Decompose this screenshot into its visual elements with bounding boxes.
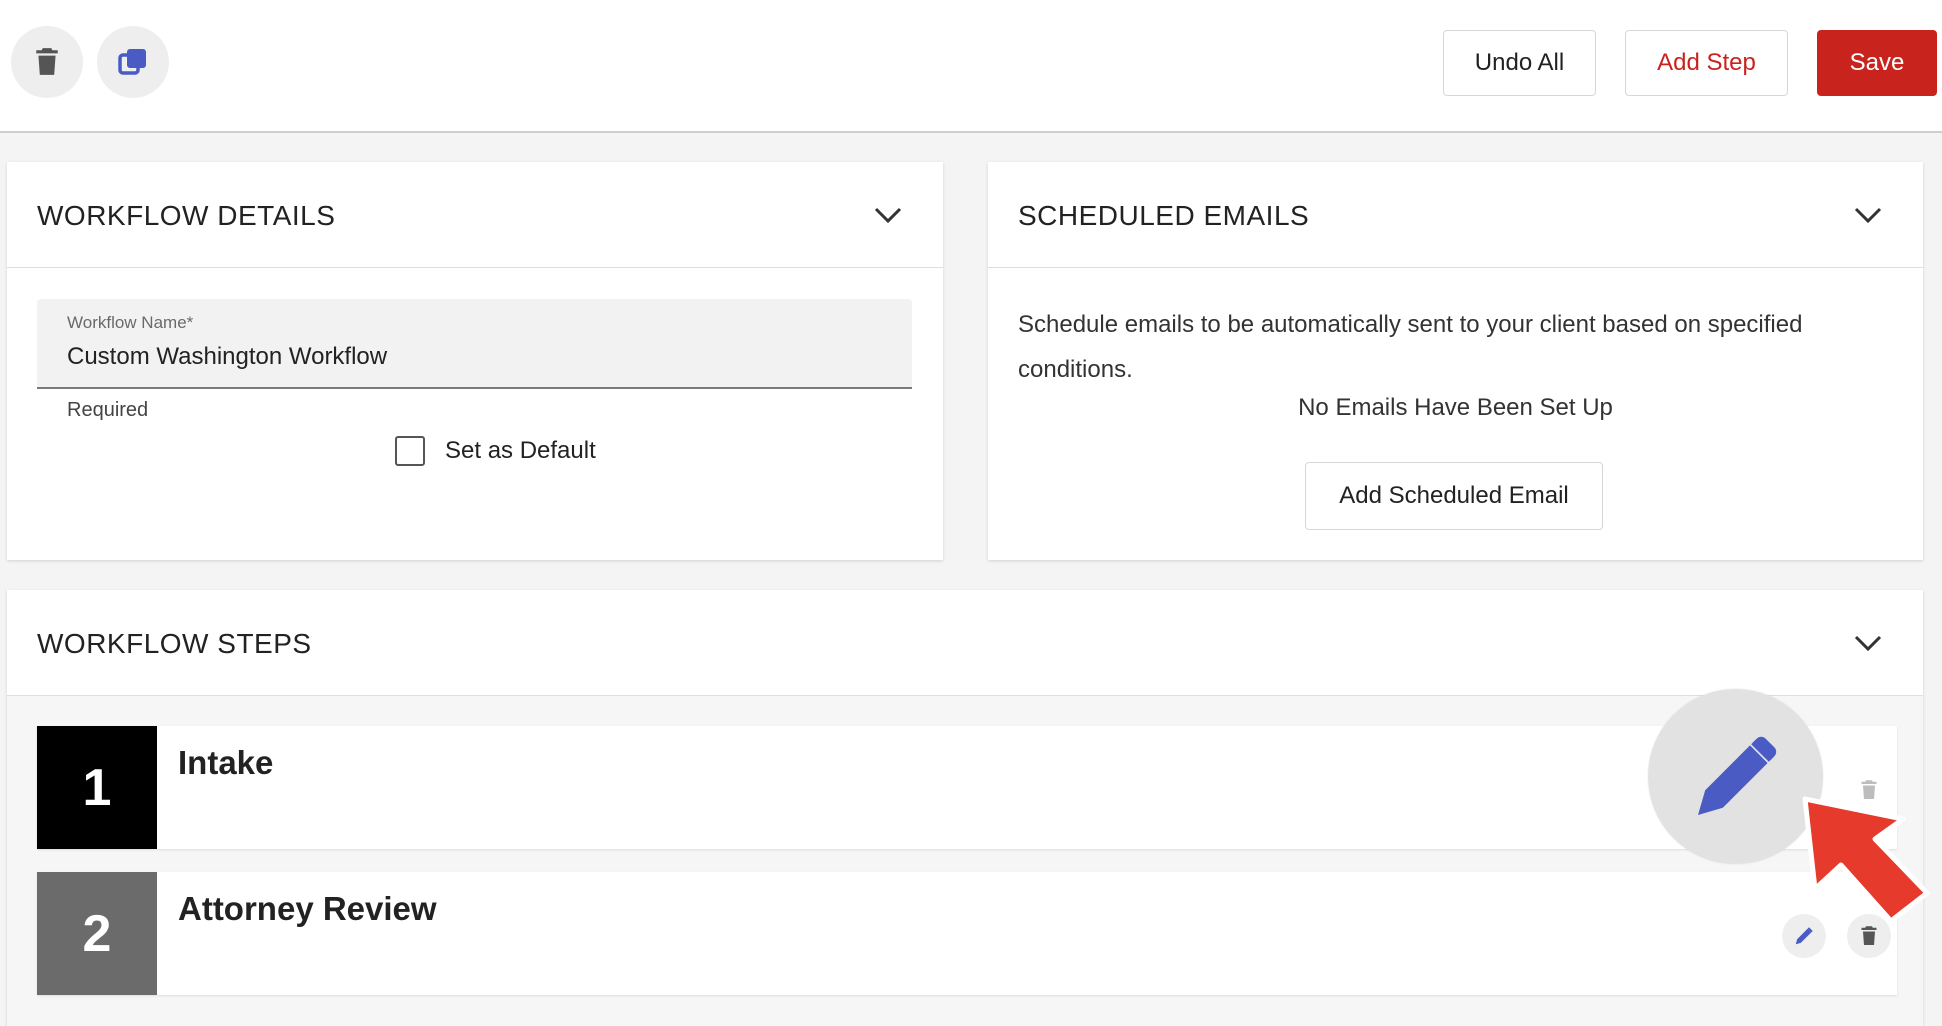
undo-all-button[interactable]: Undo All bbox=[1443, 30, 1596, 96]
add-scheduled-email-button[interactable]: Add Scheduled Email bbox=[1305, 462, 1603, 530]
workflow-name-helper: Required bbox=[67, 399, 149, 421]
save-button[interactable]: Save bbox=[1817, 30, 1937, 96]
step-name: Intake bbox=[178, 744, 274, 781]
chevron-down-icon[interactable] bbox=[1851, 626, 1885, 660]
chevron-down-icon[interactable] bbox=[871, 198, 905, 232]
copy-icon bbox=[118, 49, 146, 75]
set-default-label: Set as Default bbox=[445, 437, 596, 464]
step-name: Attorney Review bbox=[178, 890, 437, 927]
set-default-row[interactable]: Set as Default bbox=[395, 436, 596, 466]
top-toolbar: Undo All Add Step Save bbox=[0, 0, 1942, 133]
callout-arrow-icon bbox=[1802, 796, 1930, 924]
scheduled-emails-card: SCHEDULED EMAILS Schedule emails to be a… bbox=[988, 162, 1923, 560]
step-row-2[interactable]: 2 Attorney Review bbox=[37, 872, 1897, 995]
workflow-details-card: WORKFLOW DETAILS Workflow Name* Custom W… bbox=[7, 162, 943, 560]
workflow-name-field[interactable]: Workflow Name* Custom Washington Workflo… bbox=[37, 299, 912, 389]
workflow-details-title: WORKFLOW DETAILS bbox=[37, 200, 336, 231]
scheduled-emails-title: SCHEDULED EMAILS bbox=[1018, 200, 1310, 231]
delete-workflow-button[interactable] bbox=[11, 26, 83, 98]
duplicate-workflow-button[interactable] bbox=[97, 26, 169, 98]
set-default-checkbox[interactable] bbox=[395, 436, 425, 466]
workflow-steps-title: WORKFLOW STEPS bbox=[37, 628, 312, 659]
scheduled-emails-description: Schedule emails to be automatically sent… bbox=[1018, 311, 1803, 383]
no-emails-text: No Emails Have Been Set Up bbox=[1298, 394, 1613, 421]
step-number-badge: 2 bbox=[37, 872, 157, 995]
workflow-steps-card: WORKFLOW STEPS 1 Intake 2 Attorney Revie… bbox=[7, 590, 1923, 1026]
trash-icon bbox=[36, 48, 58, 75]
workflow-name-value[interactable]: Custom Washington Workflow bbox=[67, 343, 387, 371]
workflow-details-header[interactable]: WORKFLOW DETAILS bbox=[7, 162, 943, 268]
workflow-name-label: Workflow Name* bbox=[67, 313, 194, 332]
pencil-icon bbox=[1697, 736, 1776, 815]
scheduled-emails-header[interactable]: SCHEDULED EMAILS bbox=[988, 162, 1923, 268]
chevron-down-icon[interactable] bbox=[1851, 198, 1885, 232]
workflow-steps-header[interactable]: WORKFLOW STEPS bbox=[7, 590, 1923, 696]
step-row-1[interactable]: 1 Intake bbox=[37, 726, 1897, 849]
add-step-button[interactable]: Add Step bbox=[1625, 30, 1788, 96]
step-number-badge: 1 bbox=[37, 726, 157, 849]
